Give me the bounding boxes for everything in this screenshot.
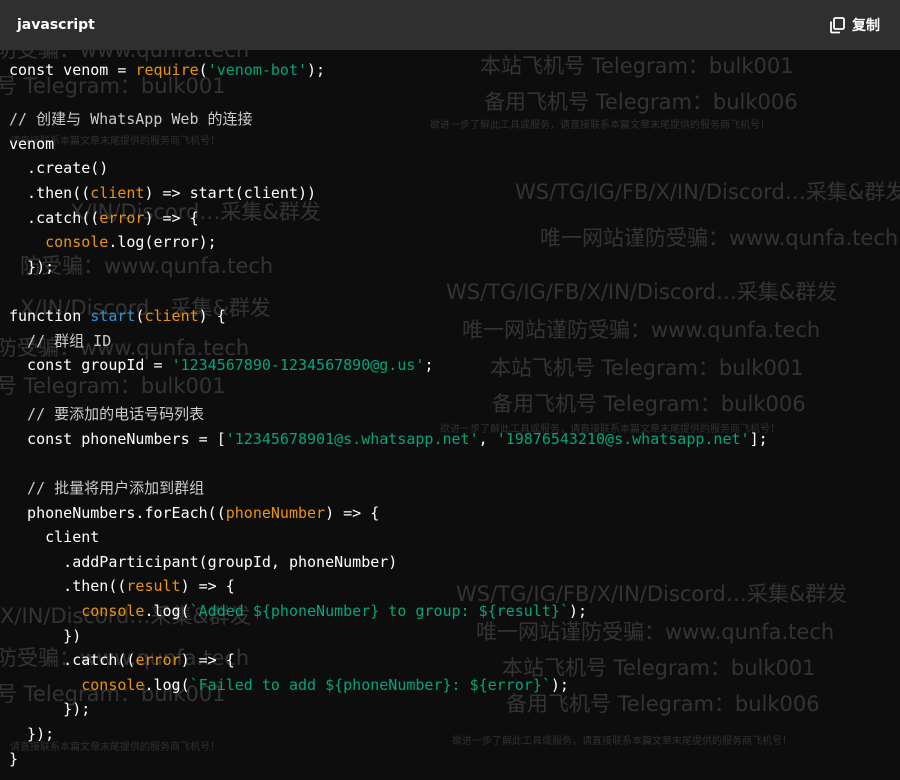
code-token: '19876543210@s.whatsapp.net' (496, 429, 750, 448)
code-token: require (135, 61, 199, 79)
code-token: client (9, 528, 100, 547)
code-token: // 创建与 WhatsApp Web 的连接 (9, 110, 253, 129)
code-token: const groupId = (9, 356, 172, 375)
code-token: ); (550, 675, 569, 694)
code-token: 'venom-bot' (207, 61, 308, 79)
code-content[interactable]: const venom = require('venom-bot'); // 创… (9, 58, 768, 771)
copy-button[interactable]: 复制 (828, 15, 880, 35)
code-token: }); (9, 700, 91, 719)
code-token: }) (9, 626, 82, 645)
code-token: error (135, 651, 181, 670)
code-token: } (9, 749, 19, 768)
code-line: .catch((error) => { (9, 648, 768, 673)
copy-icon (828, 16, 846, 34)
code-token: .log( (144, 602, 190, 621)
code-line: .then((result) => { (9, 574, 768, 599)
code-line: }); (9, 697, 768, 722)
code-token: phoneNumber (225, 503, 326, 522)
copy-label: 复制 (852, 18, 880, 34)
code-line: } (9, 747, 768, 772)
code-line: const groupId = '1234567890-1234567890@g… (9, 353, 768, 378)
code-token: `Added ${phoneNumber} to group: ${result… (189, 602, 569, 621)
code-line: function start(client) { (9, 304, 768, 329)
code-token: venom (9, 134, 55, 153)
code-token: function (9, 306, 91, 325)
code-token: `Failed to add ${phoneNumber}: ${error}` (189, 675, 551, 694)
code-token: start (90, 306, 136, 325)
code-token: error (99, 208, 145, 227)
code-block: X/IN/Discord…采集&群发 防受骗：www.qunfa.tech 号 … (0, 0, 900, 780)
code-line: const phoneNumbers = ['12345678901@s.wha… (9, 427, 768, 452)
code-token: , (478, 429, 497, 448)
code-line: console.log(`Added ${phoneNumber} to gro… (9, 599, 768, 624)
code-line: .addParticipant(groupId, phoneNumber) (9, 550, 768, 575)
code-token: // 批量将用户添加到群组 (9, 479, 205, 498)
code-line: console.log(`Failed to add ${phoneNumber… (9, 673, 768, 698)
code-line: client (9, 525, 768, 550)
code-token: ); (568, 602, 587, 621)
code-line: // 要添加的电话号码列表 (9, 402, 768, 427)
code-token: .then(( (9, 577, 127, 596)
code-token: phoneNumbers.forEach(( (9, 503, 226, 522)
language-label: javascript (17, 17, 95, 33)
code-line: venom (9, 132, 768, 157)
code-line: .then((client) => start(client)) (9, 181, 768, 206)
code-line: // 群组 ID (9, 329, 768, 354)
code-token: const phoneNumbers = [ (9, 429, 226, 448)
code-token: '12345678901@s.whatsapp.net' (225, 429, 479, 448)
code-token: .addParticipant(groupId, phoneNumber) (9, 552, 398, 571)
code-token: .create() (9, 159, 109, 178)
code-token: ) => { (144, 208, 199, 227)
code-token: console (81, 675, 145, 694)
code-token: ) => start(client)) (144, 183, 317, 202)
code-line: console.log(error); (9, 230, 768, 255)
code-token: client (90, 183, 145, 202)
code-line: }); (9, 255, 768, 280)
code-token: // 要添加的电话号码列表 (9, 405, 205, 424)
code-token: }); (9, 257, 55, 276)
code-line: .catch((error) => { (9, 206, 768, 231)
code-token: .log( (144, 675, 190, 694)
code-token: ) => { (325, 503, 380, 522)
code-token: console (45, 233, 109, 252)
code-line: }); (9, 722, 768, 747)
code-token: // 群组 ID (9, 331, 112, 350)
code-header: javascript 复制 (0, 0, 900, 50)
code-token: .catch(( (9, 208, 100, 227)
code-token: .then(( (9, 183, 91, 202)
code-token: ) => { (180, 651, 235, 670)
code-line: const venom = require('venom-bot'); (9, 58, 768, 83)
code-token: '1234567890-1234567890@g.us' (171, 356, 425, 375)
code-token: console (81, 602, 145, 621)
code-token: ; (424, 356, 434, 375)
code-token: result (126, 577, 181, 596)
code-line: // 创建与 WhatsApp Web 的连接 (9, 107, 768, 132)
code-line: phoneNumbers.forEach((phoneNumber) => { (9, 501, 768, 526)
code-token: client (144, 306, 199, 325)
code-token: ) { (198, 306, 226, 325)
code-token: const venom = (9, 61, 136, 79)
code-token: ); (307, 61, 326, 79)
code-line: }) (9, 624, 768, 649)
code-token: .catch(( (9, 651, 136, 670)
code-token: ]; (749, 429, 768, 448)
code-token: ( (198, 61, 208, 79)
code-token: ) => { (180, 577, 235, 596)
code-line: // 批量将用户添加到群组 (9, 476, 768, 501)
code-token: .log(error); (108, 233, 217, 252)
code-line: .create() (9, 156, 768, 181)
code-token: }); (9, 725, 55, 744)
